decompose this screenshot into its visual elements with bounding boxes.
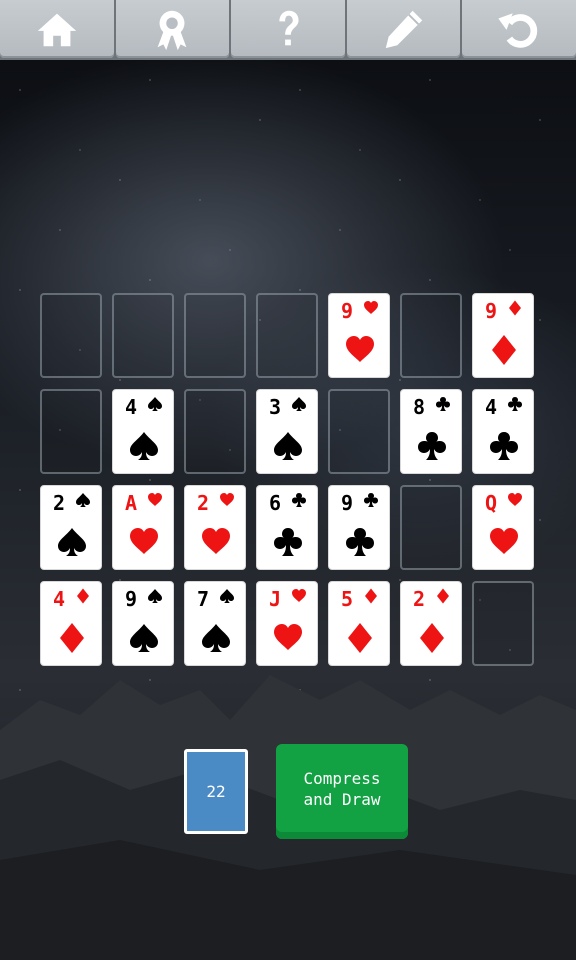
playing-card[interactable]: 4 bbox=[472, 389, 534, 474]
empty-slot[interactable] bbox=[184, 389, 246, 474]
card-rank: 7 bbox=[197, 587, 210, 611]
card-rank: 9 bbox=[341, 299, 354, 323]
club-icon bbox=[508, 397, 522, 411]
heart-icon bbox=[220, 493, 234, 506]
empty-slot[interactable] bbox=[40, 389, 102, 474]
card-rank: 9 bbox=[485, 299, 498, 323]
spade-icon bbox=[220, 589, 234, 603]
club-icon bbox=[436, 397, 450, 411]
spade-icon bbox=[202, 624, 230, 652]
undo-icon bbox=[498, 13, 538, 48]
heart-icon bbox=[148, 493, 162, 506]
card-rank: 2 bbox=[53, 491, 66, 515]
spade-icon bbox=[76, 493, 90, 507]
playing-card[interactable]: J bbox=[256, 581, 318, 666]
playing-card[interactable]: 9 bbox=[112, 581, 174, 666]
empty-slot[interactable] bbox=[400, 293, 462, 378]
diamond-icon bbox=[60, 623, 84, 653]
heart-icon bbox=[292, 589, 306, 602]
playing-card[interactable]: 5 bbox=[328, 581, 390, 666]
playing-card[interactable]: 2 bbox=[184, 485, 246, 570]
club-icon bbox=[274, 528, 302, 556]
heart-icon bbox=[346, 336, 374, 362]
spade-icon bbox=[148, 397, 162, 411]
playing-card[interactable]: 9 bbox=[328, 293, 390, 378]
home-button[interactable] bbox=[0, 0, 114, 58]
club-icon bbox=[364, 493, 378, 507]
card-rank: 9 bbox=[125, 587, 138, 611]
empty-slot[interactable] bbox=[400, 485, 462, 570]
award-icon bbox=[158, 10, 187, 51]
empty-slot[interactable] bbox=[256, 293, 318, 378]
home-icon bbox=[37, 13, 76, 47]
club-icon bbox=[346, 528, 374, 556]
spade-icon bbox=[58, 528, 86, 556]
club-icon bbox=[292, 493, 306, 507]
card-rank: 8 bbox=[413, 395, 426, 419]
heart-icon bbox=[274, 624, 302, 650]
card-rank: 3 bbox=[269, 395, 282, 419]
playing-card[interactable]: 4 bbox=[40, 581, 102, 666]
diamond-icon bbox=[509, 300, 521, 316]
diamond-icon bbox=[420, 623, 444, 653]
spade-icon bbox=[130, 624, 158, 652]
notes-button[interactable] bbox=[346, 0, 461, 58]
card-rank: 4 bbox=[53, 587, 66, 611]
card-rank: 4 bbox=[125, 395, 138, 419]
diamond-icon bbox=[77, 588, 89, 604]
playing-card[interactable]: 9 bbox=[328, 485, 390, 570]
heart-icon bbox=[508, 493, 522, 506]
help-icon bbox=[279, 10, 299, 46]
empty-slot[interactable] bbox=[112, 293, 174, 378]
diamond-icon bbox=[365, 588, 377, 604]
empty-slot[interactable] bbox=[472, 581, 534, 666]
diamond-icon bbox=[437, 588, 449, 604]
heart-icon bbox=[364, 301, 378, 314]
compress-and-draw-button[interactable]: Compress and Draw bbox=[276, 744, 408, 839]
playing-card[interactable]: 4 bbox=[112, 389, 174, 474]
playing-card[interactable]: 9 bbox=[472, 293, 534, 378]
playing-card[interactable]: 6 bbox=[256, 485, 318, 570]
diamond-icon bbox=[492, 335, 516, 365]
empty-slot[interactable] bbox=[328, 389, 390, 474]
card-rank: Q bbox=[485, 491, 498, 515]
card-rank: 6 bbox=[269, 491, 282, 515]
card-rank: 2 bbox=[197, 491, 210, 515]
card-rank: 4 bbox=[485, 395, 498, 419]
club-icon bbox=[418, 432, 446, 460]
spade-icon bbox=[148, 589, 162, 603]
heart-icon bbox=[202, 528, 230, 554]
playing-card[interactable]: Q bbox=[472, 485, 534, 570]
spade-icon bbox=[130, 432, 158, 460]
spade-icon bbox=[274, 432, 302, 460]
diamond-icon bbox=[348, 623, 372, 653]
playing-card[interactable]: A bbox=[112, 485, 174, 570]
empty-slot[interactable] bbox=[184, 293, 246, 378]
card-rank: 5 bbox=[341, 587, 354, 611]
heart-icon bbox=[130, 528, 158, 554]
playing-card[interactable]: 3 bbox=[256, 389, 318, 474]
help-button[interactable] bbox=[231, 0, 345, 58]
club-icon bbox=[490, 432, 518, 460]
playing-card[interactable]: 2 bbox=[40, 485, 102, 570]
card-rank: 9 bbox=[341, 491, 354, 515]
toolbar bbox=[0, 0, 576, 60]
stock-count: 22 bbox=[206, 782, 226, 801]
playing-card[interactable]: 7 bbox=[184, 581, 246, 666]
heart-icon bbox=[490, 528, 518, 554]
card-rank: J bbox=[269, 587, 282, 611]
card-rank: A bbox=[125, 491, 138, 515]
pencil-icon bbox=[385, 10, 422, 49]
achievements-button[interactable] bbox=[115, 0, 230, 58]
compress-button-label: Compress and Draw bbox=[303, 768, 381, 809]
stock-pile[interactable]: 22 bbox=[184, 749, 248, 834]
undo-button[interactable] bbox=[462, 0, 576, 58]
empty-slot[interactable] bbox=[40, 293, 102, 378]
spade-icon bbox=[292, 397, 306, 411]
card-rank: 2 bbox=[413, 587, 426, 611]
playing-card[interactable]: 8 bbox=[400, 389, 462, 474]
playing-card[interactable]: 2 bbox=[400, 581, 462, 666]
